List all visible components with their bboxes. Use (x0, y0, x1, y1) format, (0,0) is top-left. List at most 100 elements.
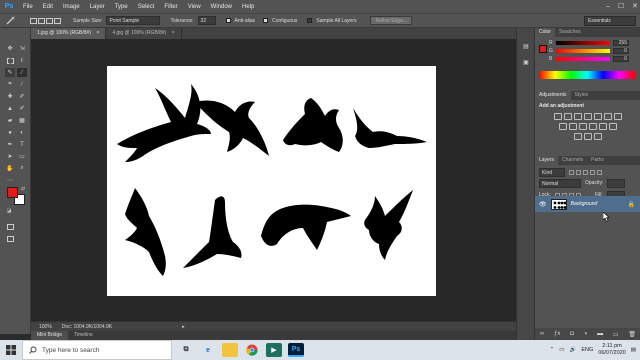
opacity-input[interactable] (607, 178, 626, 188)
eyedropper-tool-icon[interactable]: ⁄ (17, 80, 27, 89)
link-layers-icon[interactable]: ∞ (540, 331, 544, 337)
black-white-icon[interactable] (558, 123, 567, 130)
anti-alias-checkbox[interactable] (225, 18, 231, 23)
history-brush-tool-icon[interactable]: ✐ (17, 104, 27, 113)
red-slider[interactable] (556, 41, 610, 45)
lasso-tool-icon[interactable]: ℓ (17, 56, 27, 65)
selection-mode-icons[interactable] (30, 17, 61, 24)
chrome-icon[interactable] (244, 343, 260, 357)
gradient-map-icon[interactable] (583, 133, 592, 140)
tolerance-input[interactable]: 32 (197, 16, 216, 25)
dodge-tool-icon[interactable]: ◐ (17, 128, 27, 137)
brush-tool-icon[interactable]: ✐ (17, 92, 27, 101)
tab-timeline[interactable]: Timeline (68, 331, 99, 340)
green-app-icon[interactable]: ▶ (266, 343, 282, 357)
quick-select-tool-icon[interactable]: ✎ (5, 68, 15, 77)
start-button[interactable] (0, 340, 22, 360)
tab-color[interactable]: Color (535, 28, 555, 37)
screen-mode-icon[interactable] (5, 234, 15, 243)
tab-mini-bridge[interactable]: Mini Bridge (31, 331, 69, 340)
file-explorer-icon[interactable] (222, 343, 238, 357)
swap-colors-icon[interactable]: ⇄ (18, 184, 28, 193)
group-icon[interactable]: ▬ (597, 331, 603, 337)
tab-channels[interactable]: Channels (558, 156, 587, 165)
hue-saturation-icon[interactable] (603, 113, 612, 120)
contiguous-checkbox[interactable] (263, 18, 269, 23)
properties-panel-icon[interactable]: ▣ (521, 58, 531, 67)
crop-tool-icon[interactable]: ⌗ (5, 80, 15, 89)
marquee-tool-icon[interactable] (5, 56, 15, 65)
adjustment-layer-icon[interactable]: ◑ (584, 331, 588, 337)
blend-mode-select[interactable]: Normal (539, 178, 581, 188)
channel-mixer-icon[interactable] (578, 123, 587, 130)
tab-paths[interactable]: Paths (587, 156, 608, 165)
task-view-icon[interactable]: ⧉ (178, 343, 194, 357)
edge-browser-icon[interactable]: e (200, 343, 216, 357)
menu-file[interactable]: File (18, 4, 38, 10)
show-hidden-icons-icon[interactable]: ⌃ (550, 347, 555, 353)
healing-brush-tool-icon[interactable]: ✚ (5, 92, 15, 101)
layer-row-background[interactable]: 👁 Background 🔒 (535, 196, 640, 212)
posterize-icon[interactable] (608, 123, 617, 130)
foreground-color-swatch[interactable] (7, 187, 18, 198)
menu-filter[interactable]: Filter (159, 4, 182, 10)
color-balance-icon[interactable] (613, 113, 622, 120)
color-panel-fg-swatch[interactable] (539, 45, 547, 53)
green-value[interactable]: 0 (613, 48, 629, 54)
language-indicator[interactable]: ENG (581, 347, 593, 353)
default-colors-icon[interactable]: ◪ (4, 206, 14, 215)
hand-tool-icon[interactable]: ✋ (5, 164, 15, 173)
clock[interactable]: 2:11 pm 06/07/2020 (598, 343, 626, 357)
brightness-contrast-icon[interactable] (553, 113, 562, 120)
selective-color-icon[interactable] (593, 133, 602, 140)
maximize-button[interactable]: ☐ (618, 0, 624, 13)
document-canvas[interactable] (107, 66, 436, 296)
gradient-tool-icon[interactable]: ▦ (17, 116, 27, 125)
magic-wand-tool-preset-icon[interactable] (4, 16, 18, 26)
close-button[interactable]: ✕ (632, 0, 638, 13)
color-lookup-icon[interactable] (588, 123, 597, 130)
menu-type[interactable]: Type (110, 4, 133, 10)
path-selection-tool-icon[interactable]: ➤ (5, 152, 15, 161)
minimize-button[interactable]: – (606, 0, 610, 13)
tab-styles[interactable]: Styles (571, 91, 593, 100)
threshold-icon[interactable] (573, 133, 582, 140)
type-tool-icon[interactable]: T (17, 140, 27, 149)
tab-document-4[interactable]: 4.jpg @ 100% (RGB/8#) × (106, 28, 182, 39)
move-tool-icon[interactable]: ✥ (5, 44, 15, 53)
exposure-icon[interactable] (583, 113, 592, 120)
refine-edge-button[interactable]: Refine Edge... (370, 16, 413, 25)
network-icon[interactable]: ▭ (559, 347, 564, 353)
status-menu-arrow-icon[interactable]: ▸ (182, 324, 185, 330)
taskbar-search-box[interactable]: Type here to search (22, 340, 172, 360)
zoom-level[interactable]: 100% (39, 324, 52, 330)
layer-style-icon[interactable]: ƒx (554, 331, 560, 337)
green-slider[interactable] (556, 49, 610, 53)
history-panel-icon[interactable]: ▤ (521, 42, 531, 51)
color-spectrum-bar[interactable] (539, 71, 635, 79)
tab-close-icon[interactable]: × (172, 30, 175, 36)
menu-window[interactable]: Window (206, 4, 237, 10)
menu-layer[interactable]: Layer (85, 4, 110, 10)
clone-stamp-tool-icon[interactable]: ▲ (5, 104, 15, 113)
vibrance-icon[interactable] (593, 113, 602, 120)
menu-image[interactable]: Image (58, 4, 85, 10)
rectangle-tool-icon[interactable]: ▭ (17, 152, 27, 161)
notifications-icon[interactable]: ▤ (631, 347, 636, 353)
photo-filter-icon[interactable] (568, 123, 577, 130)
quick-mask-icon[interactable] (5, 222, 15, 231)
sample-size-select[interactable]: Point Sample (106, 16, 161, 25)
red-value[interactable]: 255 (613, 40, 629, 46)
curves-icon[interactable] (573, 113, 582, 120)
tab-document-1[interactable]: 1.jpg @ 100% (RGB/8#) × (31, 28, 107, 39)
menu-select[interactable]: Select (133, 4, 160, 10)
blur-tool-icon[interactable]: ● (5, 128, 15, 137)
blue-slider[interactable] (556, 57, 610, 61)
sample-all-layers-checkbox[interactable] (307, 18, 313, 23)
pen-tool-icon[interactable]: ✒ (5, 140, 15, 149)
add-mask-icon[interactable]: ◘ (570, 331, 574, 337)
photoshop-taskbar-icon[interactable]: Ps (288, 343, 304, 357)
new-layer-icon[interactable]: ▭ (613, 331, 619, 338)
layer-kind-select[interactable]: Kind (539, 167, 565, 177)
tab-close-icon[interactable]: × (96, 30, 99, 36)
